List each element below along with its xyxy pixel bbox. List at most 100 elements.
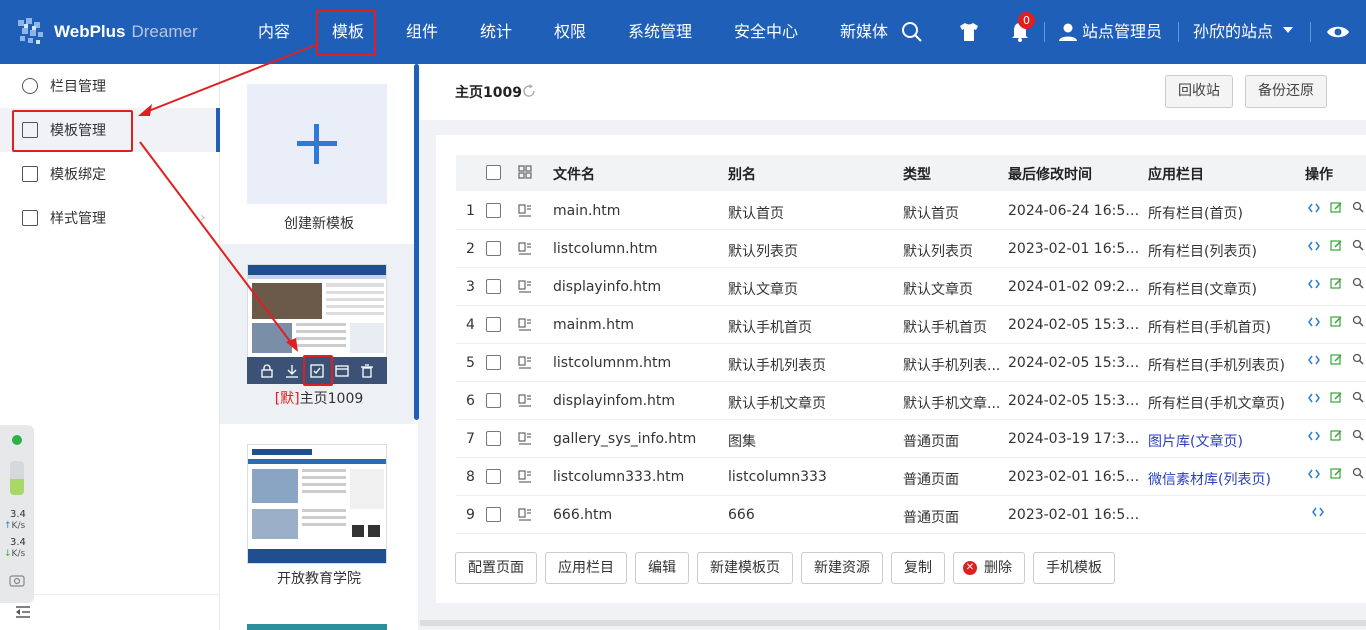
filename-cell: displayinfo.htm <box>553 279 662 295</box>
column-header-modified[interactable]: 最后修改时间 <box>1008 164 1092 184</box>
search-icon[interactable] <box>1352 201 1364 213</box>
row-checkbox[interactable] <box>486 203 501 218</box>
code-edit-icon[interactable] <box>1308 467 1320 479</box>
network-speed-widget: 3.4 ↑K/s 3.4 ↓K/s <box>0 425 34 603</box>
alias-cell: 默认首页 <box>728 206 784 222</box>
page-layout-icon[interactable] <box>518 394 532 408</box>
row-checkbox[interactable] <box>486 431 501 446</box>
page-layout-icon[interactable] <box>518 508 532 522</box>
row-checkbox[interactable] <box>486 507 501 522</box>
code-edit-icon[interactable] <box>1308 315 1320 327</box>
alias-cell: 图集 <box>728 434 756 450</box>
recycle-bin-button[interactable]: 回收站 <box>1165 75 1233 108</box>
page-layout-icon[interactable] <box>518 432 532 446</box>
refresh-icon[interactable] <box>522 84 536 98</box>
edit-icon[interactable] <box>1330 353 1342 365</box>
copy-button[interactable]: 复制 <box>891 552 945 584</box>
column-header-column[interactable]: 应用栏目 <box>1148 164 1204 184</box>
page-layout-icon[interactable] <box>518 280 532 294</box>
row-number: 1 <box>466 203 475 219</box>
page-layout-icon[interactable] <box>518 356 532 370</box>
type-cell: 普通页面 <box>903 434 959 450</box>
alias-cell: 默认手机首页 <box>728 320 812 336</box>
backup-restore-button[interactable]: 备份还原 <box>1245 75 1327 108</box>
select-all-checkbox[interactable] <box>486 165 501 180</box>
new-template-page-button[interactable]: 新建模板页 <box>697 552 793 584</box>
type-cell: 默认首页 <box>903 206 959 222</box>
modified-time-cell: 2023-02-01 16:59:24 <box>1008 241 1143 257</box>
grid-view-icon[interactable] <box>518 165 532 179</box>
new-resource-button[interactable]: 新建资源 <box>801 552 883 584</box>
search-icon[interactable] <box>1352 429 1364 441</box>
code-edit-icon[interactable] <box>1308 239 1320 251</box>
download-speed: 3.4 <box>10 537 26 548</box>
code-edit-icon[interactable] <box>1308 391 1320 403</box>
horizontal-scrollbar[interactable] <box>420 620 1366 626</box>
code-edit-icon[interactable] <box>1308 353 1320 365</box>
row-checkbox[interactable] <box>486 355 501 370</box>
edit-icon[interactable] <box>1330 315 1342 327</box>
page-layout-icon[interactable] <box>518 204 532 218</box>
code-edit-icon[interactable] <box>1308 201 1320 213</box>
alias-cell: 默认文章页 <box>728 282 798 298</box>
search-icon[interactable] <box>1352 239 1364 251</box>
filename-cell: main.htm <box>553 203 621 219</box>
edit-icon[interactable] <box>1330 467 1342 479</box>
page-layout-icon[interactable] <box>518 470 532 484</box>
modified-time-cell: 2024-03-19 17:36:15 <box>1008 431 1143 447</box>
alias-cell: 默认手机文章页 <box>728 396 826 412</box>
column-header-filename[interactable]: 文件名 <box>553 164 595 184</box>
row-number: 2 <box>466 241 475 257</box>
row-checkbox[interactable] <box>486 241 501 256</box>
edit-icon[interactable] <box>1330 277 1342 289</box>
type-cell: 默认手机首页 <box>903 320 987 336</box>
delete-icon: ✕ <box>963 561 977 575</box>
modified-time-cell: 2024-02-05 15:38:50 <box>1008 355 1143 371</box>
applied-column-cell: 所有栏目(手机文章页) <box>1148 396 1285 412</box>
column-header-alias[interactable]: 别名 <box>728 164 756 184</box>
search-icon[interactable] <box>1352 315 1364 327</box>
download-speed-unit: ↓K/s <box>4 549 26 559</box>
row-number: 7 <box>466 431 475 447</box>
applied-column-cell[interactable]: 微信素材库(列表页) <box>1148 469 1298 489</box>
filename-cell: listcolumnm.htm <box>553 355 672 371</box>
search-icon[interactable] <box>1352 353 1364 365</box>
modified-time-cell: 2024-06-24 16:51:03 <box>1008 203 1143 219</box>
page-layout-icon[interactable] <box>518 318 532 332</box>
type-cell: 默认手机文章... <box>903 396 1001 412</box>
modified-time-cell: 2023-02-01 16:59:24 <box>1008 469 1143 485</box>
applied-column-cell: 所有栏目(手机首页) <box>1148 320 1271 336</box>
delete-label: 删除 <box>984 560 1012 576</box>
row-checkbox[interactable] <box>486 469 501 484</box>
edit-icon[interactable] <box>1330 239 1342 251</box>
config-page-button[interactable]: 配置页面 <box>455 552 537 584</box>
mobile-template-button[interactable]: 手机模板 <box>1033 552 1115 584</box>
row-number: 9 <box>466 507 475 523</box>
apply-column-button[interactable]: 应用栏目 <box>545 552 627 584</box>
edit-button[interactable]: 编辑 <box>635 552 689 584</box>
delete-button[interactable]: ✕ 删除 <box>953 552 1025 584</box>
type-cell: 默认文章页 <box>903 282 973 298</box>
edit-icon[interactable] <box>1330 201 1342 213</box>
code-edit-icon[interactable] <box>1312 505 1324 517</box>
row-checkbox[interactable] <box>486 279 501 294</box>
applied-column-cell[interactable]: 图片库(文章页) <box>1148 431 1298 451</box>
edit-icon[interactable] <box>1330 429 1342 441</box>
alias-cell: 666 <box>728 507 755 523</box>
camera-icon[interactable] <box>9 573 25 587</box>
modified-time-cell: 2024-02-05 15:38:50 <box>1008 393 1143 409</box>
search-icon[interactable] <box>1352 467 1364 479</box>
row-checkbox[interactable] <box>486 317 501 332</box>
row-number: 3 <box>466 279 475 295</box>
search-icon[interactable] <box>1352 391 1364 403</box>
row-checkbox[interactable] <box>486 393 501 408</box>
page-title: 主页1009 <box>455 85 522 101</box>
search-icon[interactable] <box>1352 277 1364 289</box>
type-cell: 默认手机列表... <box>903 358 1001 374</box>
filename-cell: listcolumn.htm <box>553 241 658 257</box>
code-edit-icon[interactable] <box>1308 429 1320 441</box>
page-layout-icon[interactable] <box>518 242 532 256</box>
edit-icon[interactable] <box>1330 391 1342 403</box>
code-edit-icon[interactable] <box>1308 277 1320 289</box>
column-header-type[interactable]: 类型 <box>903 164 931 184</box>
